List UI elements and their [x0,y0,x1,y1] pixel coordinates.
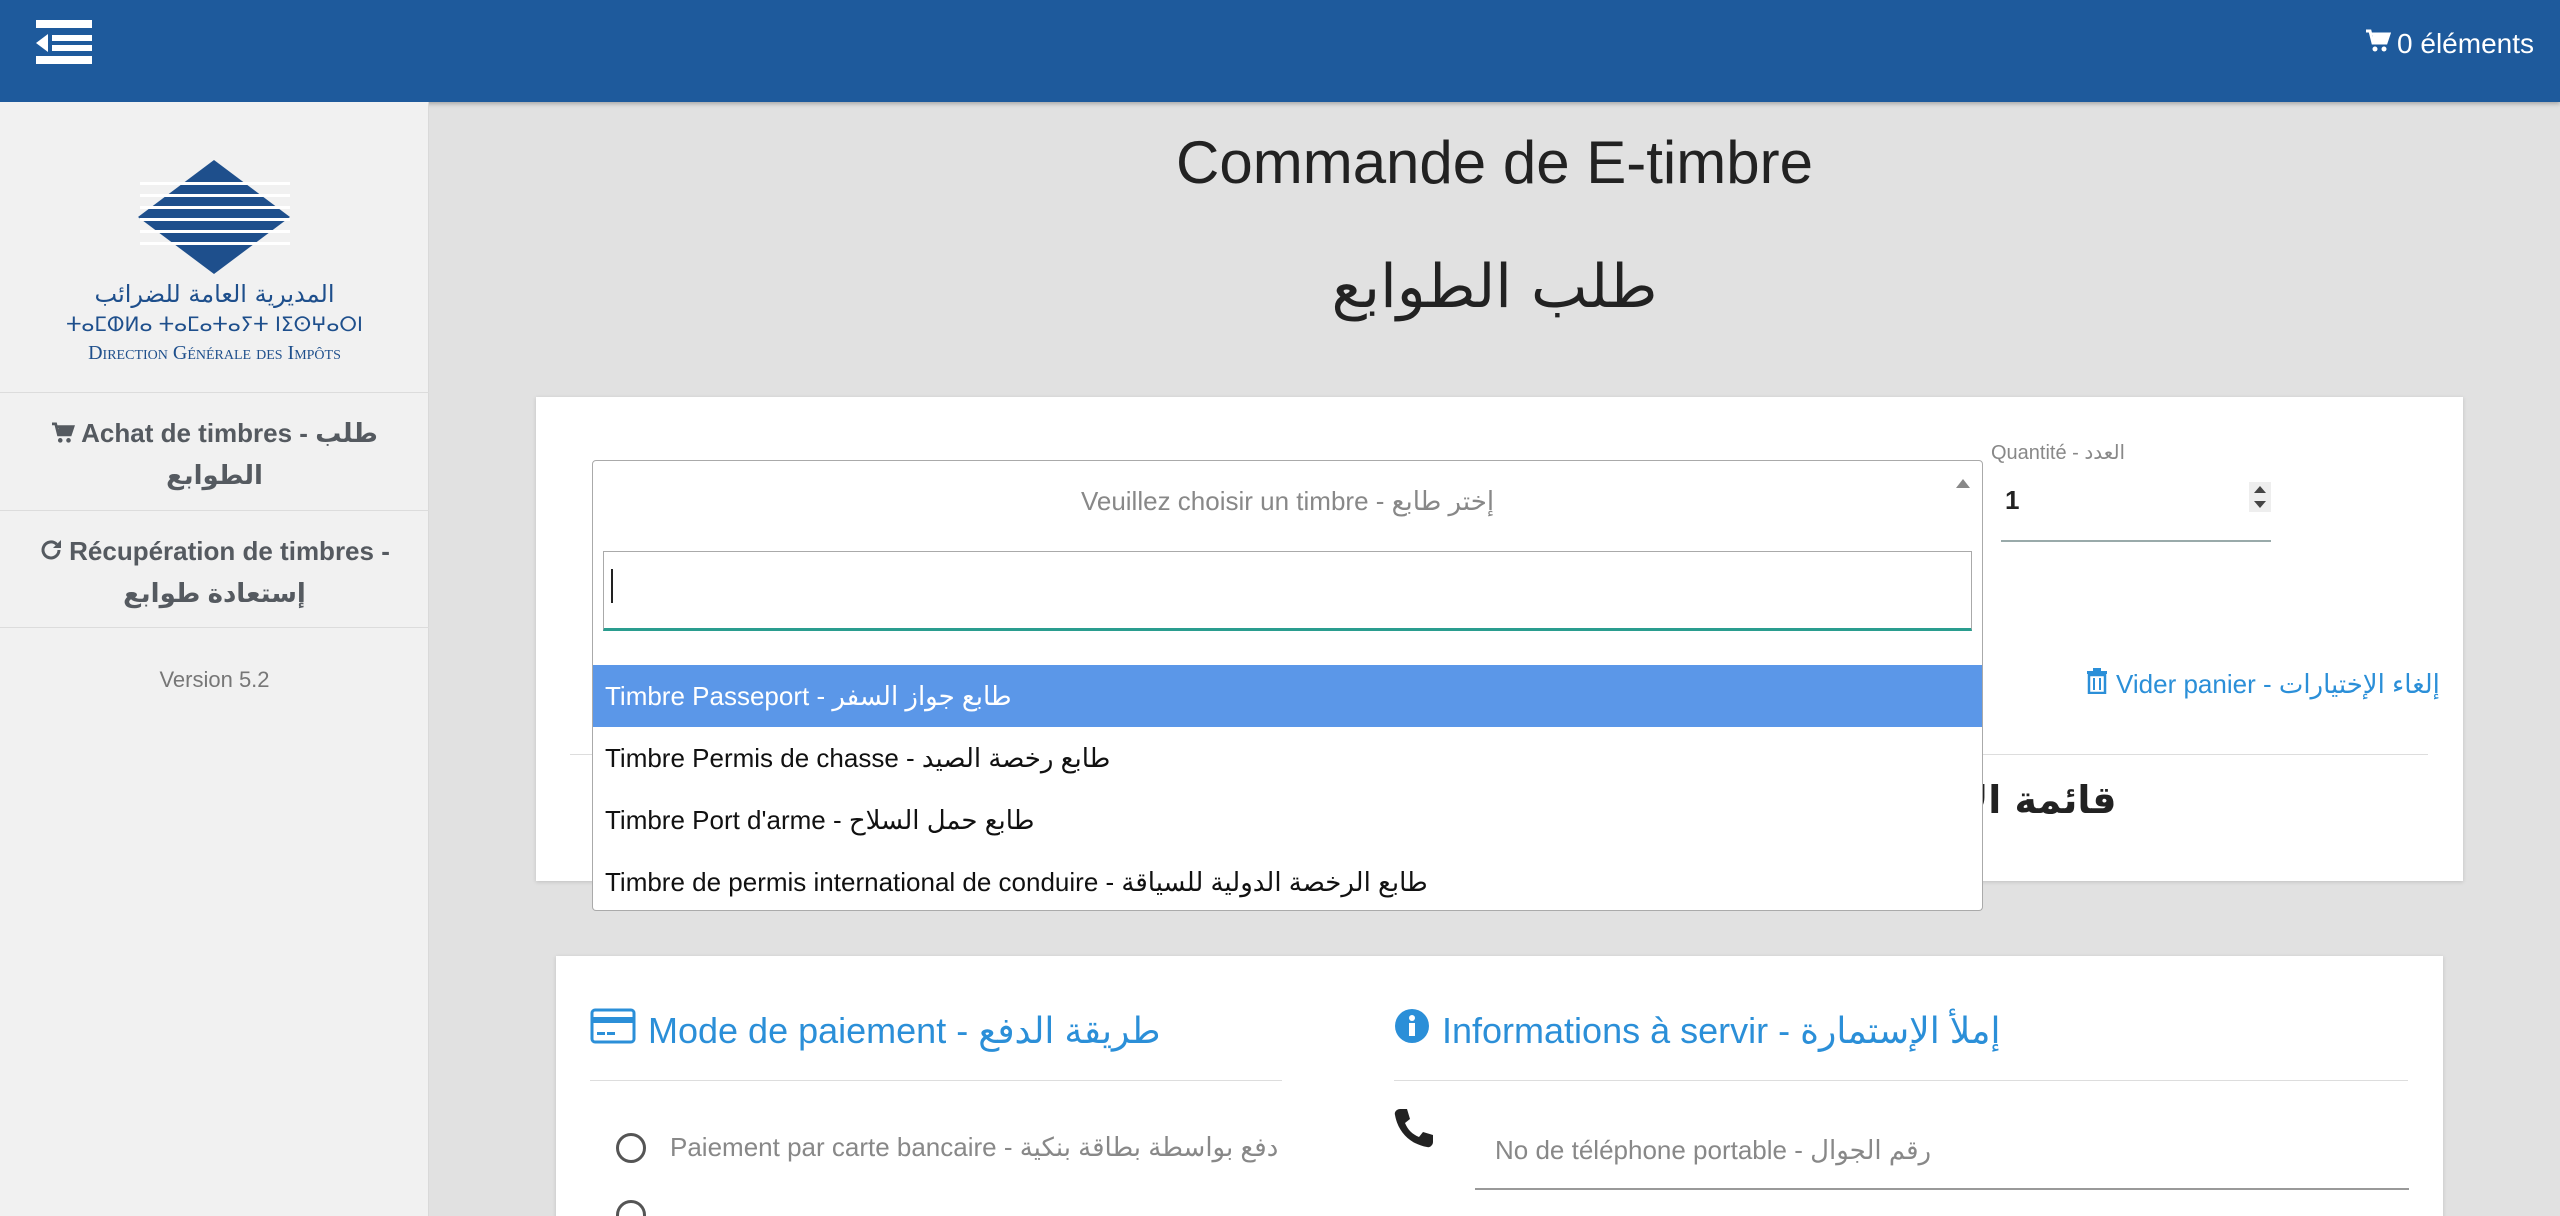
version-label: Version 5.2 [159,667,270,692]
stamp-select-placeholder: Veuillez choisir un timbre - إختر طابع [1080,486,1495,516]
payment-section-title: Mode de paiement - طريقة الدفع [590,1008,1160,1053]
cart-list-title: قائمة الإ [1960,778,2117,822]
divider [590,1080,1282,1081]
payment-title-label: Mode de paiement - طريقة الدفع [648,1009,1161,1051]
info-title-label: Informations à servir - إملأ الإستمارة [1442,1009,2001,1051]
quantity-label: Quantité - العدد [1991,442,2126,464]
chevron-up-icon [1956,479,1970,488]
trash-icon [2086,668,2108,701]
stamp-dropdown: Timbre Passeport - طابع جواز السفر Timbr… [592,541,1983,911]
info-section-title: Informations à servir - إملأ الإستمارة [1394,1008,2000,1053]
phone-placeholder: No de téléphone portable - رقم الجوال [1495,1135,1932,1165]
radio-button[interactable] [616,1200,646,1216]
cart-icon [51,415,76,455]
cart-button[interactable]: 0 éléments [2365,28,2534,60]
quantity-stepper[interactable] [2249,482,2271,512]
text-caret [611,569,613,603]
quantity-input[interactable]: 1 [2001,470,2271,542]
sidebar-item-achat[interactable]: Achat de timbres - طلب الطوابع [0,392,429,510]
radio-button[interactable] [616,1132,646,1163]
divider [1394,1080,2408,1081]
payment-option-label: Paiement par carte bancaire - دفع بواسطة… [670,1132,1279,1162]
sidebar-item-label: Achat de timbres - طلب الطوابع [81,418,378,491]
cart-count-label: 0 éléments [2397,28,2534,59]
stamp-option-passeport[interactable]: Timbre Passeport - طابع جواز السفر [593,665,1982,727]
phone-input[interactable]: No de téléphone portable - رقم الجوال [1475,1110,2409,1190]
refresh-icon [39,533,63,573]
clear-cart-label: Vider panier - إلغاء الإختيارات [2116,669,2440,699]
stamp-option-permis-chasse[interactable]: Timbre Permis de chasse - طابع رخصة الصي… [593,727,1982,789]
clear-cart-button[interactable]: Vider panier - إلغاء الإختيارات [2086,668,2440,701]
payment-option-partial[interactable] [616,1200,646,1216]
dgi-logo: المديرية العامة للضرائب ⵜⴰⵎⵀⵍⴰ ⵜⴰⵎⴰⵜⴰⵢⵜ … [0,152,429,382]
stamp-option-port-arme[interactable]: Timbre Port d'arme - طابع حمل السلاح [593,789,1982,851]
payment-option-carte[interactable]: Paiement par carte bancaire - دفع بواسطة… [616,1132,1278,1163]
sidebar-item-recuperation[interactable]: Récupération de timbres - إستعادة طوابع [0,510,429,628]
page-title-fr: Commande de E-timbre [1176,129,1813,196]
quantity-value: 1 [2005,485,2020,515]
info-icon [1394,1008,1430,1053]
stamp-search-input[interactable] [603,551,1972,631]
logo-text-ar: المديرية العامة للضرائب [94,280,335,308]
top-navbar: 0 éléments [0,0,2560,102]
page-title-ar: طلب الطوابع [1331,252,1658,322]
stamp-select[interactable]: Veuillez choisir un timbre - إختر طابع [592,460,1983,542]
sidebar-item-label: Récupération de timbres - إستعادة طوابع [69,536,390,609]
phone-icon [1392,1106,1436,1155]
sidebar: المديرية العامة للضرائب ⵜⴰⵎⵀⵍⴰ ⵜⴰⵎⴰⵜⴰⵢⵜ … [0,102,429,1216]
credit-card-icon [590,1008,636,1053]
stamp-option-permis-international[interactable]: Timbre de permis international de condui… [593,851,1982,913]
cart-icon [2365,28,2392,60]
logo-text-fr: Direction Générale des Impôts [88,342,341,364]
menu-collapse-icon[interactable] [34,18,94,66]
logo-text-tifinagh: ⵜⴰⵎⵀⵍⴰ ⵜⴰⵎⴰⵜⴰⵢⵜ ⵏⵉⵙⵖⴰⵔⵏ [66,312,363,336]
